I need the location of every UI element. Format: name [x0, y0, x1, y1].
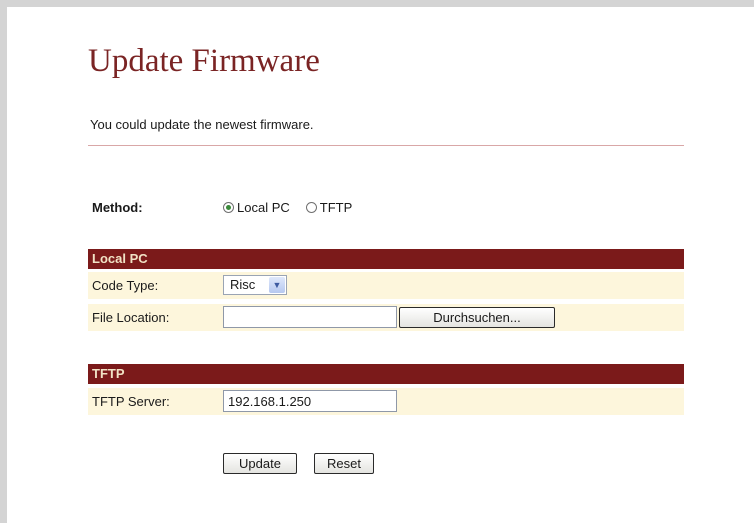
page-title: Update Firmware — [88, 43, 320, 79]
chevron-down-icon[interactable]: ▼ — [269, 277, 285, 293]
update-button[interactable]: Update — [223, 453, 297, 474]
radio-unselected-icon[interactable] — [305, 202, 317, 213]
file-location-label: File Location: — [92, 310, 170, 325]
method-radio-group: Local PC TFTP — [223, 200, 368, 215]
page-subtitle: You could update the newest firmware. — [90, 117, 314, 132]
tftp-server-label: TFTP Server: — [92, 394, 170, 409]
code-type-select[interactable]: Risc ▼ — [223, 275, 287, 295]
window-frame-left — [0, 0, 7, 523]
method-option-label: TFTP — [319, 200, 353, 215]
section-header-tftp: TFTP — [88, 364, 684, 384]
row-code-type: Code Type: Risc ▼ — [88, 272, 684, 299]
method-option-local-pc[interactable]: Local PC — [223, 200, 290, 215]
method-option-tftp[interactable]: TFTP — [305, 200, 353, 215]
code-type-label: Code Type: — [92, 278, 159, 293]
row-file-location: File Location: Durchsuchen... — [88, 304, 684, 331]
browse-button[interactable]: Durchsuchen... — [399, 307, 555, 328]
method-option-label: Local PC — [237, 200, 290, 215]
code-type-value: Risc — [230, 277, 256, 292]
window-frame-top — [0, 0, 754, 7]
row-tftp-server: TFTP Server: — [88, 388, 684, 415]
tftp-server-input[interactable] — [223, 390, 397, 412]
reset-button[interactable]: Reset — [314, 453, 374, 474]
divider — [88, 145, 684, 146]
section-header-local-pc: Local PC — [88, 249, 684, 269]
file-location-input[interactable] — [223, 306, 397, 328]
method-label: Method: — [92, 200, 143, 215]
radio-selected-icon[interactable] — [223, 202, 234, 213]
